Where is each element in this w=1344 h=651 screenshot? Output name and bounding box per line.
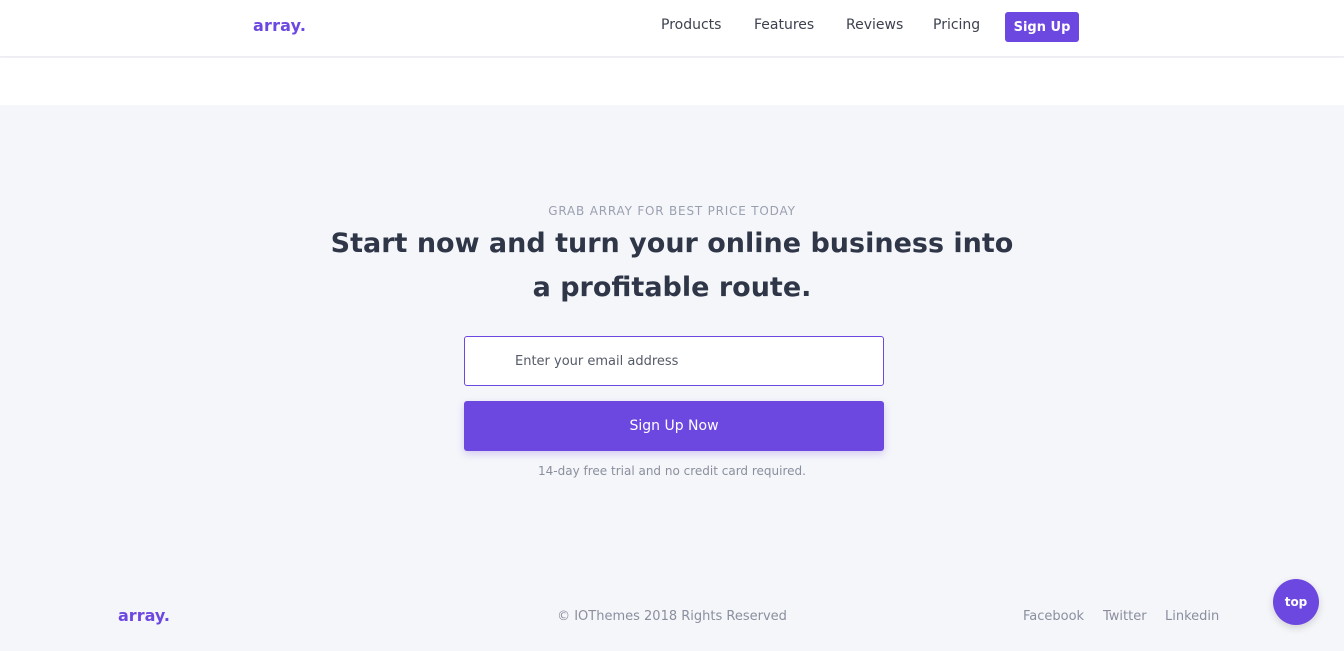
scroll-to-top-button[interactable]: top: [1273, 579, 1319, 625]
footer-link-facebook[interactable]: Facebook: [1023, 609, 1084, 624]
footer-link-twitter[interactable]: Twitter: [1103, 609, 1147, 624]
nav-link-features[interactable]: Features: [754, 17, 814, 33]
email-input[interactable]: [464, 336, 884, 386]
top-navbar: array. Products Features Reviews Pricing…: [0, 0, 1344, 57]
header-spacer: [0, 58, 1344, 105]
nav-link-reviews[interactable]: Reviews: [846, 17, 903, 33]
footer-link-linkedin[interactable]: Linkedin: [1165, 609, 1219, 624]
nav-signup-button[interactable]: Sign Up: [1005, 12, 1079, 42]
signup-now-button[interactable]: Sign Up Now: [464, 401, 884, 451]
nav-link-products[interactable]: Products: [661, 17, 721, 33]
trial-note: 14-day free trial and no credit card req…: [538, 464, 806, 478]
nav-link-pricing[interactable]: Pricing: [933, 17, 980, 33]
cta-eyebrow: GRAB ARRAY FOR BEST PRICE TODAY: [548, 204, 796, 218]
brand-logo[interactable]: array.: [253, 16, 306, 35]
cta-headline: Start now and turn your online business …: [330, 228, 1014, 303]
